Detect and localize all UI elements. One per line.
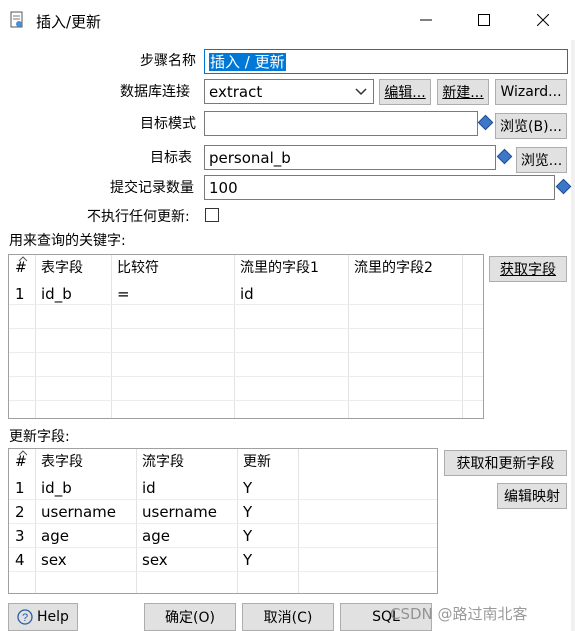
update-section-label: 更新字段: <box>9 429 70 445</box>
maximize-icon <box>478 14 490 26</box>
table-cell: 2 <box>15 503 25 521</box>
get-fields-label: 获取字段 <box>500 262 556 278</box>
table-cell: sex <box>41 551 67 569</box>
ok-button[interactable]: 确定(O) <box>144 603 236 631</box>
keys-col-header: 流里的字段2 <box>354 260 433 276</box>
table-cell: = <box>117 285 130 303</box>
keys-table[interactable]: # 表字段 比较符 流里的字段1 流里的字段2 1 id_b = id <box>8 254 484 419</box>
cancel-button[interactable]: 取消(C) <box>242 603 334 631</box>
update-col-header: 流字段 <box>142 454 184 470</box>
table-cell: 4 <box>15 551 25 569</box>
update-col-header: 更新 <box>243 454 271 470</box>
table-cell: id <box>240 285 254 303</box>
table-cell <box>348 282 354 306</box>
commit-size-input[interactable]: 100 <box>204 175 555 200</box>
table-cell: username <box>142 503 217 521</box>
table-cell: id <box>142 479 156 497</box>
watermark: CSDN @路过南北客 <box>390 605 528 623</box>
svg-text:?: ? <box>22 612 28 624</box>
get-update-fields-button[interactable]: 获取和更新字段 <box>444 450 567 476</box>
help-button[interactable]: ? Help <box>8 603 78 631</box>
table-cell: age <box>142 527 170 545</box>
no-update-checkbox[interactable] <box>205 208 219 222</box>
table-value: personal_b <box>209 149 291 167</box>
update-col-header: # <box>15 454 27 470</box>
update-col-header: 表字段 <box>41 454 83 470</box>
browse-schema-label: 浏览(B)... <box>500 119 562 135</box>
table-cell: Y <box>243 551 253 569</box>
document-gear-icon <box>10 11 23 28</box>
edit-connection-button[interactable]: 编辑... <box>379 79 431 105</box>
get-fields-button[interactable]: 获取字段 <box>489 256 567 282</box>
keys-section-label: 用来查询的关键字: <box>9 233 126 249</box>
minimize-icon <box>420 19 432 21</box>
table-cell: Y <box>243 527 253 545</box>
wizard-button[interactable]: Wizard... <box>495 79 567 105</box>
browse-schema-button[interactable]: 浏览(B)... <box>495 113 567 139</box>
keys-col-header: # <box>15 260 27 276</box>
table-cell: Y <box>243 503 253 521</box>
commit-size-label: 提交记录数量 <box>110 180 194 196</box>
table-cell: Y <box>243 479 253 497</box>
no-update-label: 不执行任何更新: <box>87 209 190 225</box>
new-connection-label: 新建... <box>442 85 484 101</box>
help-icon: ? <box>17 609 33 625</box>
schema-input[interactable] <box>204 111 478 136</box>
title-bar: 插入/更新 <box>0 0 575 40</box>
browse-table-button[interactable]: 浏览... <box>516 147 567 173</box>
table-cell: id_b <box>41 479 72 497</box>
variable-icon <box>555 178 572 195</box>
chevron-down-icon <box>355 88 367 96</box>
edit-mapping-button[interactable]: 编辑映射 <box>497 483 567 509</box>
keys-col-header: 比较符 <box>117 260 159 276</box>
connection-value: extract <box>209 83 263 101</box>
variable-icon <box>496 148 513 165</box>
ok-label: 确定(O) <box>165 610 215 626</box>
variable-icon <box>477 114 494 131</box>
schema-label: 目标模式 <box>140 116 196 132</box>
update-table[interactable]: # 表字段 流字段 更新 1 id_b id Y 2 username user… <box>8 448 438 594</box>
window-edge <box>571 40 575 631</box>
new-connection-button[interactable]: 新建... <box>437 79 489 105</box>
close-button[interactable] <box>528 8 558 32</box>
table-cell: 1 <box>15 285 25 303</box>
table-cell: username <box>41 503 116 521</box>
get-update-fields-label: 获取和更新字段 <box>456 456 555 472</box>
edit-connection-label: 编辑... <box>384 85 426 101</box>
maximize-button[interactable] <box>469 8 499 32</box>
keys-col-header: 流里的字段1 <box>240 260 319 276</box>
table-cell: 1 <box>15 479 25 497</box>
step-name-label: 步骤名称 <box>140 53 196 69</box>
window-title: 插入/更新 <box>36 13 102 31</box>
commit-size-value: 100 <box>209 179 238 197</box>
help-label: Help <box>37 609 69 625</box>
wizard-label: Wizard... <box>500 84 562 100</box>
browse-table-label: 浏览... <box>520 153 563 169</box>
keys-col-header: 表字段 <box>41 260 83 276</box>
close-icon <box>537 14 549 26</box>
table-cell: 3 <box>15 527 25 545</box>
table-input[interactable]: personal_b <box>204 145 496 170</box>
table-cell: age <box>41 527 69 545</box>
edit-mapping-label: 编辑映射 <box>504 489 560 505</box>
minimize-button[interactable] <box>411 8 441 32</box>
connection-select[interactable]: extract <box>204 79 374 104</box>
cancel-label: 取消(C) <box>263 610 313 626</box>
table-cell: sex <box>142 551 168 569</box>
connection-label: 数据库连接 <box>120 84 190 100</box>
step-name-value: 插入 / 更新 <box>209 53 286 71</box>
table-label: 目标表 <box>150 150 192 166</box>
step-name-input[interactable]: 插入 / 更新 <box>204 49 568 74</box>
table-cell: id_b <box>41 285 72 303</box>
